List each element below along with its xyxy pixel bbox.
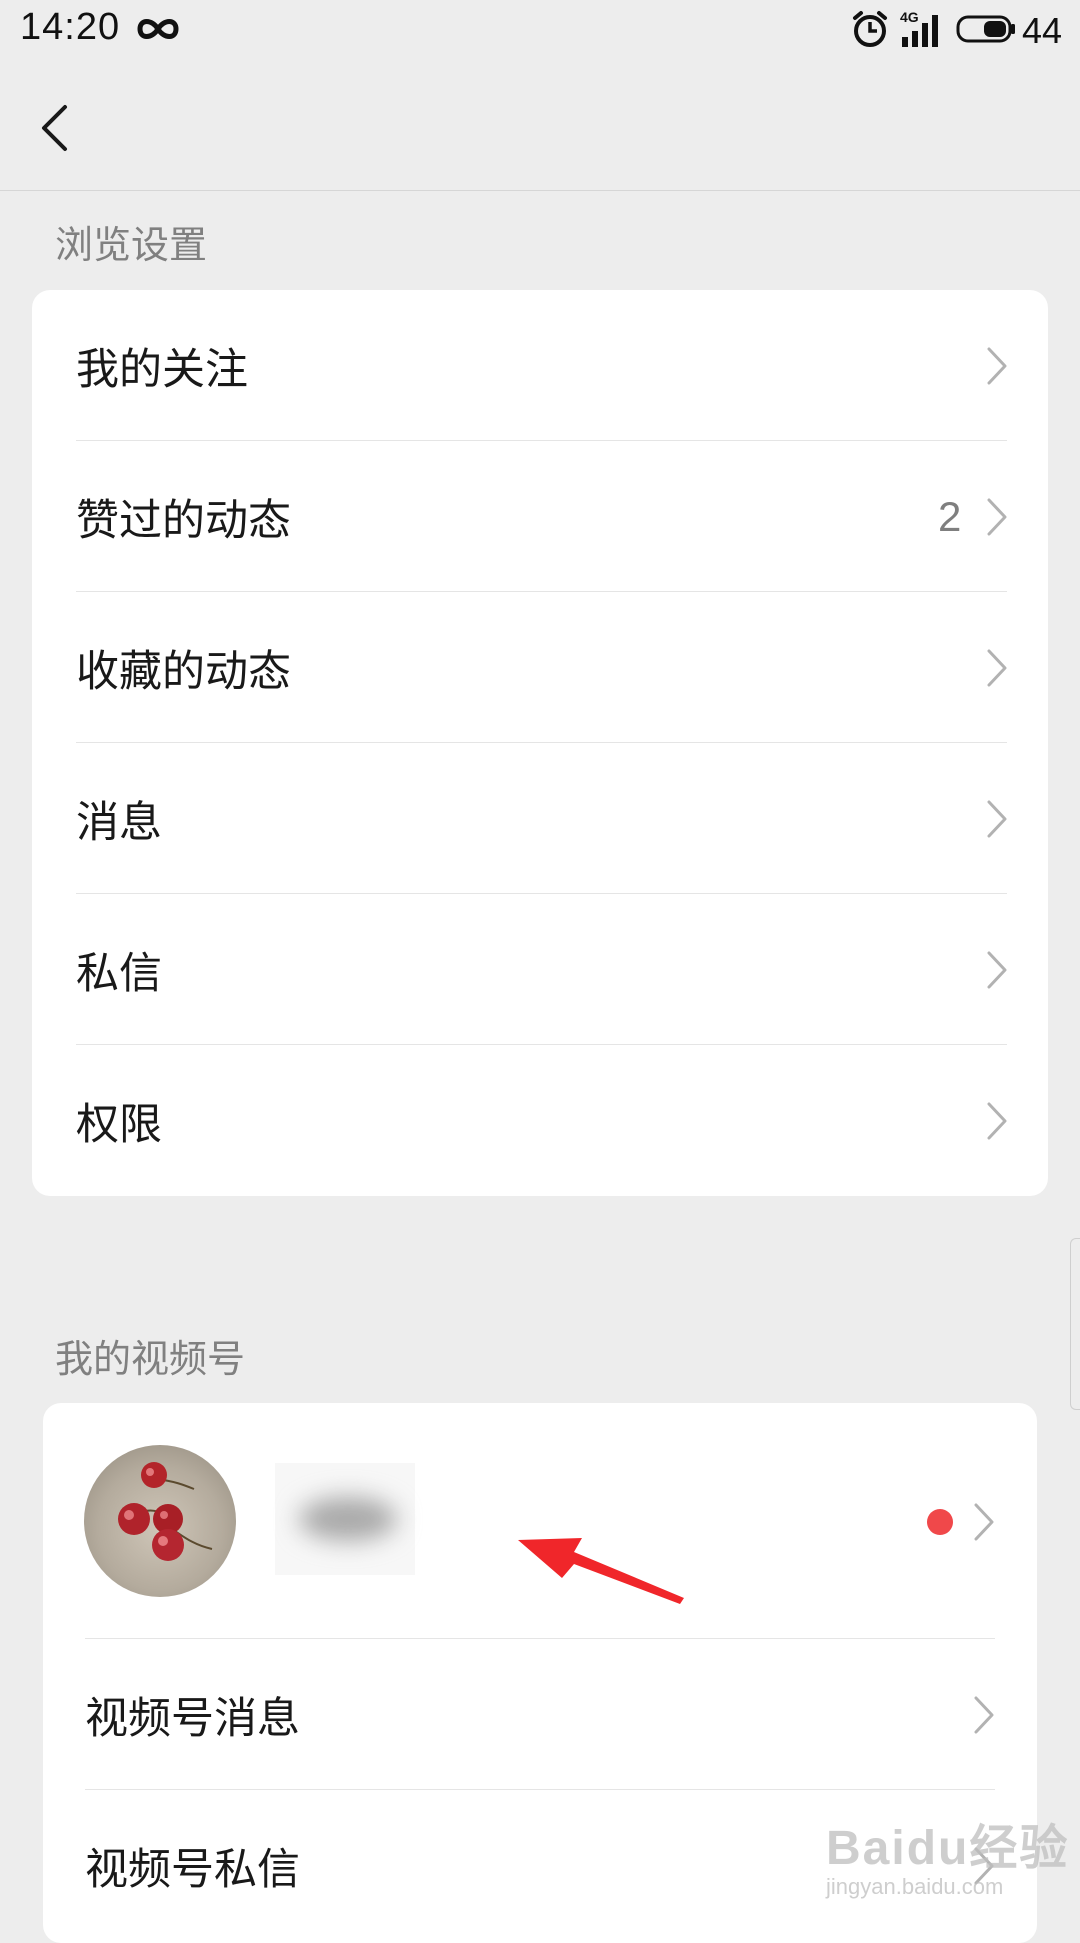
settings-item-label: 收藏的动态	[76, 646, 291, 697]
settings-item-label: 私信	[76, 948, 162, 999]
status-bar: 14:20 4G 44	[0, 0, 1080, 62]
chevron-right-icon	[986, 497, 1008, 537]
browse-settings-card: 我的关注 赞过的动态 2 收藏的动态 消息 私信 权限	[32, 290, 1048, 1196]
settings-item-label: 赞过的动态	[76, 495, 291, 546]
settings-item-liked-moments[interactable]: 赞过的动态 2	[32, 441, 1048, 592]
cherries-avatar	[118, 1462, 213, 1561]
settings-item-permissions[interactable]: 权限	[32, 1045, 1048, 1196]
settings-item-following[interactable]: 我的关注	[32, 290, 1048, 441]
liked-count: 2	[938, 492, 962, 540]
blurred-channel-name	[275, 1463, 415, 1575]
settings-item-favorited-moments[interactable]: 收藏的动态	[32, 592, 1048, 743]
chevron-right-icon	[973, 1695, 995, 1735]
section-title-channels: 我的视频号	[55, 1337, 246, 1381]
annotation-arrow	[500, 1500, 700, 1624]
chevron-right-icon	[986, 346, 1008, 386]
chevron-left-icon	[42, 105, 67, 151]
avatar	[84, 1445, 236, 1597]
settings-item-label: 我的关注	[76, 344, 248, 395]
blur-blob	[299, 1497, 397, 1541]
red-dot-badge	[927, 1509, 953, 1535]
channel-item-messages[interactable]: 视频号消息	[43, 1639, 1037, 1790]
signal-icon: 4G	[898, 9, 948, 51]
settings-item-label: 消息	[76, 797, 162, 848]
settings-item-label: 权限	[76, 1099, 162, 1150]
chevron-right-icon	[973, 1502, 995, 1542]
channel-item-label: 视频号消息	[85, 1693, 300, 1744]
channel-item-label: 视频号私信	[85, 1844, 300, 1895]
back-button[interactable]	[28, 98, 80, 158]
scroll-handle[interactable]	[1070, 1238, 1080, 1410]
chevron-right-icon	[986, 1101, 1008, 1141]
watermark: Baidu经验 jingyan.baidu.com	[826, 1808, 1069, 1900]
battery-level: 44	[1021, 10, 1062, 51]
status-indicators: 4G 44	[850, 9, 1062, 53]
infinity-icon	[134, 12, 182, 50]
chevron-right-icon	[986, 799, 1008, 839]
status-time: 14:20	[20, 6, 121, 48]
nav-bar	[0, 62, 1080, 191]
chevron-right-icon	[986, 950, 1008, 990]
section-title-browse: 浏览设置	[55, 223, 208, 267]
alarm-icon	[850, 9, 890, 53]
chevron-right-icon	[986, 648, 1008, 688]
battery-icon	[956, 14, 1016, 48]
settings-item-messages[interactable]: 消息	[32, 743, 1048, 894]
settings-item-private-messages[interactable]: 私信	[32, 894, 1048, 1045]
watermark-logo: Baidu经验	[826, 1822, 1070, 1875]
